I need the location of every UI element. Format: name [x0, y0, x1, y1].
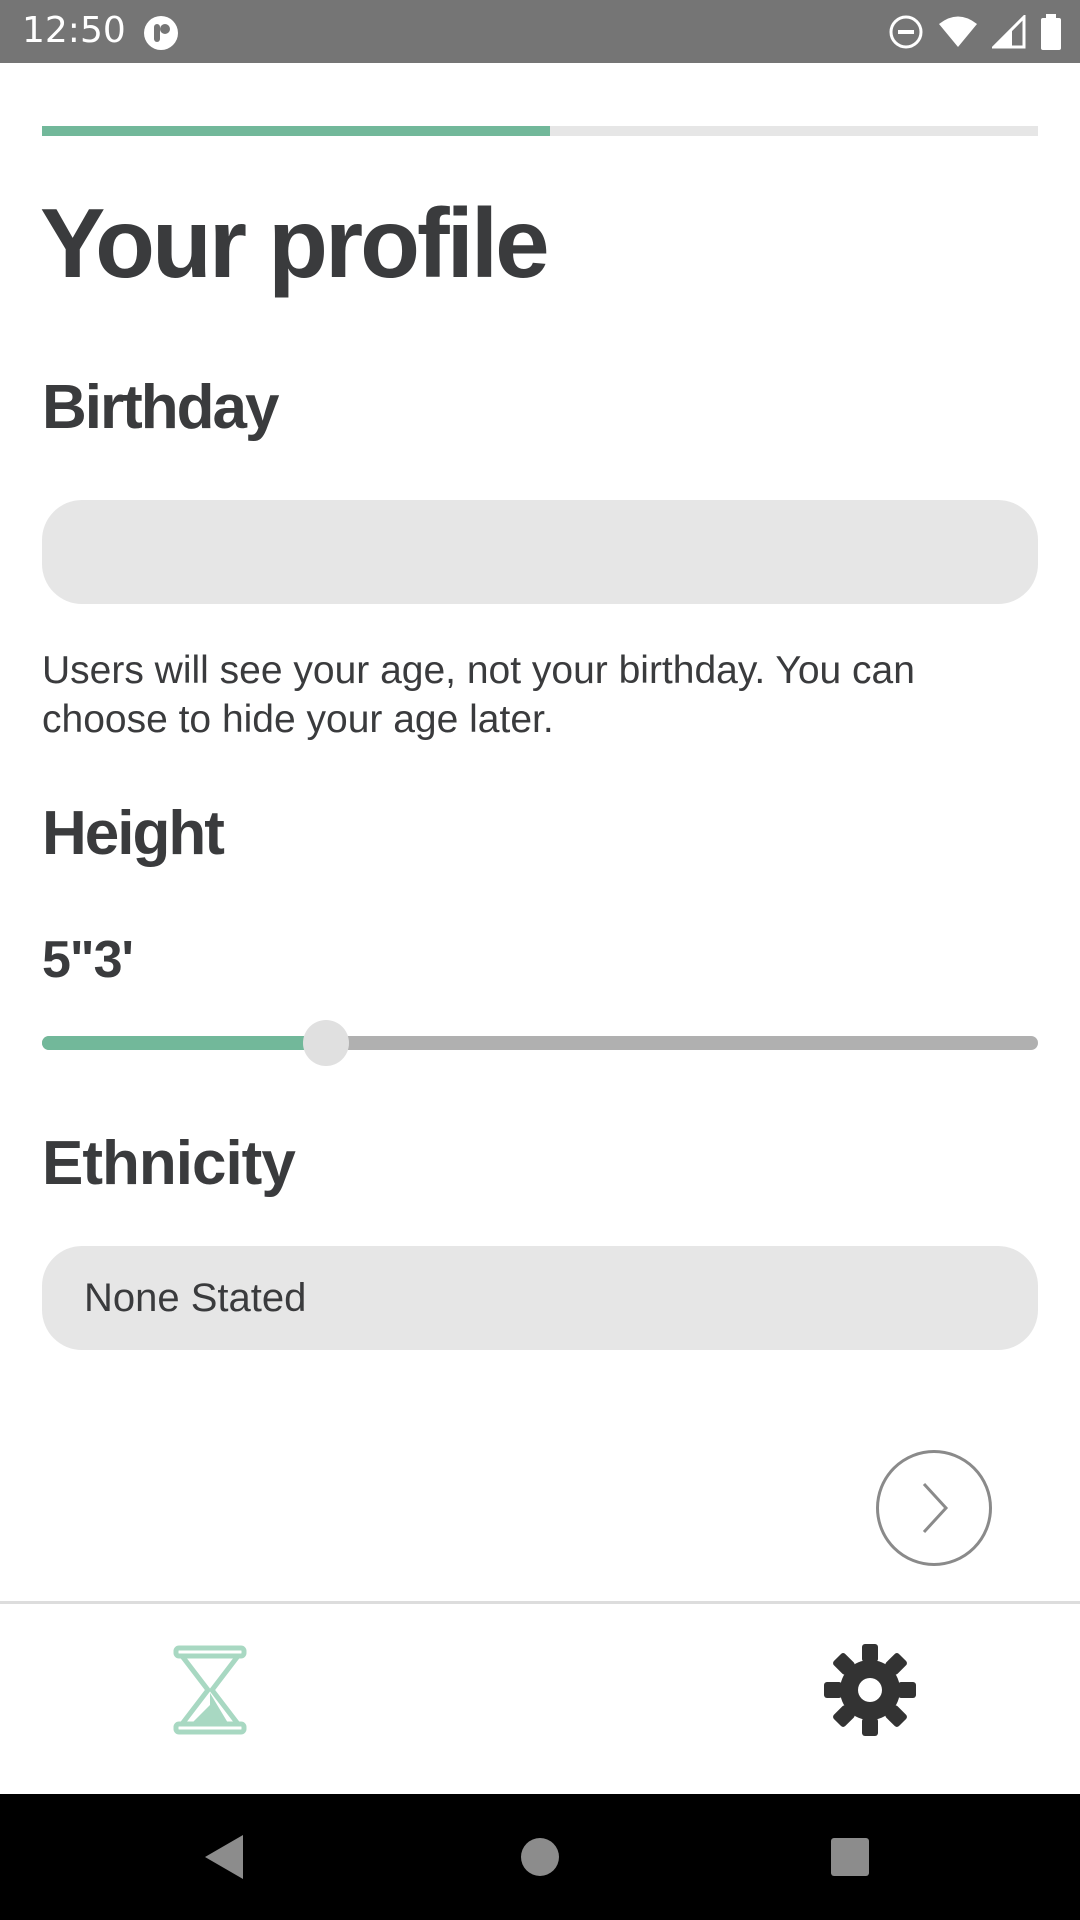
- cellular-signal-icon: [992, 15, 1026, 49]
- wifi-icon: [939, 16, 977, 47]
- system-nav-bar: [0, 1794, 1080, 1920]
- recents-icon: [831, 1838, 869, 1876]
- slider-fill: [42, 1036, 326, 1050]
- home-icon: [521, 1838, 559, 1876]
- height-slider[interactable]: [42, 1020, 1038, 1066]
- status-bar: 12:50: [0, 0, 1080, 63]
- do-not-disturb-icon: [889, 15, 923, 49]
- onboarding-progress-bar: [42, 126, 1038, 136]
- back-icon: [205, 1835, 243, 1879]
- gear-icon: [824, 1644, 916, 1736]
- battery-icon: [1041, 14, 1061, 50]
- tab-hourglass[interactable]: [140, 1620, 280, 1760]
- slider-thumb[interactable]: [302, 1020, 349, 1066]
- ethnicity-select[interactable]: None Stated: [42, 1246, 1038, 1350]
- tab-settings[interactable]: [800, 1620, 940, 1760]
- height-label: Height: [42, 799, 225, 868]
- back-button[interactable]: [164, 1794, 284, 1920]
- recents-button[interactable]: [790, 1794, 910, 1920]
- height-value: 5"3': [42, 931, 134, 989]
- birthday-input[interactable]: [42, 500, 1038, 604]
- status-time: 12:50: [22, 10, 126, 51]
- chevron-right-icon: [922, 1482, 949, 1534]
- status-icons: [888, 12, 1062, 52]
- page-title: Your profile: [40, 188, 550, 298]
- bottom-nav-divider: [0, 1601, 1080, 1604]
- slider-track[interactable]: [42, 1036, 1038, 1050]
- home-button[interactable]: [480, 1794, 600, 1920]
- hourglass-icon: [173, 1645, 247, 1735]
- progress-fill: [42, 126, 550, 136]
- ethnicity-label: Ethnicity: [42, 1129, 296, 1198]
- birthday-helper-text: Users will see your age, not your birthd…: [42, 649, 915, 741]
- birthday-label: Birthday: [42, 373, 279, 442]
- app-notification-icon: [144, 16, 178, 50]
- next-button[interactable]: [876, 1450, 992, 1566]
